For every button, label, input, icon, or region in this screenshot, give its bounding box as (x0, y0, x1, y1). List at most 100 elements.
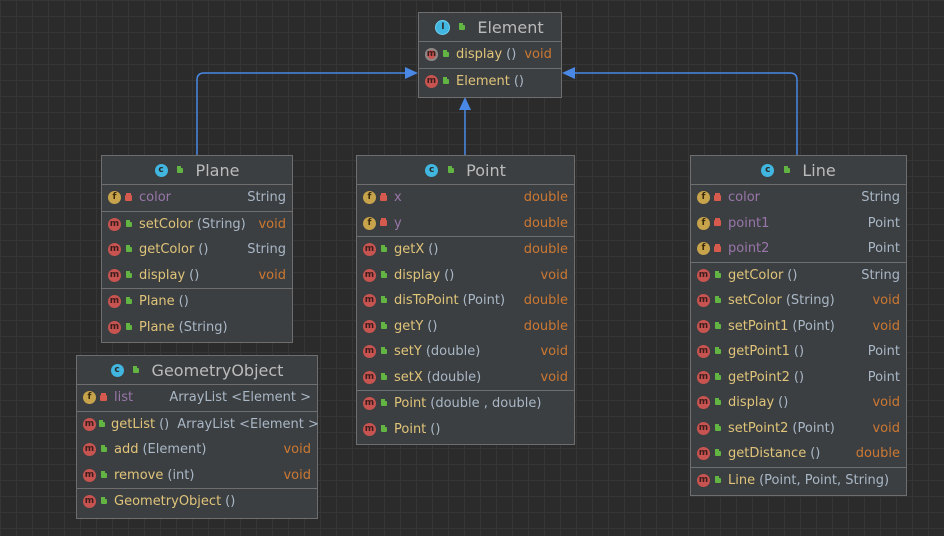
method-type: void (524, 47, 552, 63)
method-icon: m (363, 397, 376, 411)
method-icon: m (363, 345, 376, 359)
method-row[interactable]: m setColor (String) void (691, 288, 906, 314)
method-icon: m (697, 345, 710, 359)
method-params: () (793, 344, 805, 360)
method-params: () (787, 267, 798, 283)
method-icon: m (363, 294, 376, 308)
line-class-box[interactable]: c Line f color String f point1 Point f p… (690, 155, 907, 496)
method-params: (int) (167, 467, 195, 483)
method-name: getColor (728, 267, 784, 283)
field-row[interactable]: f x double (357, 185, 574, 211)
element-class-box[interactable]: I Element m display () void m Element () (418, 12, 562, 98)
line-fields: f color String f point1 Point f point2 P… (691, 185, 906, 263)
method-params: () (198, 242, 209, 258)
method-type: void (540, 267, 568, 283)
field-name: list (114, 390, 134, 406)
point-constructors: m Point (double , double) m Point () (357, 391, 574, 442)
method-params: (Point) (462, 293, 506, 309)
method-row[interactable]: m getDistance () double (691, 441, 906, 467)
public-icon (713, 400, 722, 405)
method-params: () (793, 369, 805, 385)
geometryobject-fields: f list ArrayList <Element > (77, 385, 317, 412)
method-row[interactable]: m disToPoint (Point) double (357, 288, 574, 314)
constructor-row[interactable]: m Plane () (102, 289, 292, 315)
method-row[interactable]: m getY () double (357, 314, 574, 340)
constructor-row[interactable]: m Point (double , double) (357, 391, 574, 417)
constructor-row[interactable]: m Line (Point, Point, String) (691, 468, 906, 494)
method-name: setX (394, 369, 423, 385)
geometryobject-class-box[interactable]: c GeometryObject f list ArrayList <Eleme… (76, 355, 319, 519)
arrowhead-right (562, 67, 575, 79)
method-icon: m (83, 443, 96, 457)
public-icon (124, 222, 133, 227)
field-icon: f (697, 191, 710, 205)
field-name: y (394, 215, 402, 231)
method-icon: m (363, 268, 376, 282)
line-title: Line (802, 160, 836, 180)
method-row[interactable]: m getList () ArrayList <Element > (77, 412, 319, 438)
method-row[interactable]: m getPoint2 () Point (691, 365, 906, 391)
method-type: void (872, 420, 900, 436)
field-row[interactable]: f color String (102, 185, 292, 211)
field-row[interactable]: f y double (357, 211, 574, 237)
method-row[interactable]: m getColor () String (691, 263, 906, 289)
method-icon: m (697, 268, 710, 282)
method-row[interactable]: m display () void (419, 42, 561, 68)
method-params: (Point) (792, 420, 835, 436)
method-row[interactable]: m setX (double) void (357, 365, 574, 391)
method-row[interactable]: m setY (double) void (357, 339, 574, 365)
method-icon: m (83, 468, 96, 482)
method-params: () (506, 47, 517, 63)
field-row[interactable]: f list ArrayList <Element > (77, 385, 317, 411)
method-icon: m (83, 417, 96, 431)
method-row[interactable]: m add (Element) void (77, 437, 317, 463)
method-type: Point (867, 344, 900, 360)
private-icon (99, 395, 108, 401)
constructor-row[interactable]: m Plane (String) (102, 315, 292, 341)
method-row[interactable]: m getX () double (357, 237, 574, 263)
public-icon (446, 168, 455, 173)
method-row[interactable]: m setColor (String) void (102, 212, 292, 238)
point-class-box[interactable]: c Point f x double f y double m getX () … (356, 155, 575, 445)
method-icon: m (425, 74, 438, 88)
field-name: point1 (728, 215, 770, 231)
method-name: getColor (139, 242, 195, 258)
public-icon (713, 426, 722, 431)
method-row[interactable]: m display () void (691, 390, 906, 416)
method-row[interactable]: m remove (int) void (77, 463, 317, 489)
method-row[interactable]: m display () void (357, 263, 574, 289)
class-icon: c (425, 163, 439, 177)
method-icon: m (697, 370, 710, 384)
method-row[interactable]: m setPoint2 (Point) void (691, 416, 906, 442)
method-icon: m (363, 370, 376, 384)
field-name: color (728, 190, 761, 206)
public-icon (379, 349, 388, 354)
constructor-name: Plane (139, 319, 175, 335)
method-params: (double) (425, 344, 481, 360)
constructor-row[interactable]: m GeometryObject () (77, 489, 317, 515)
private-icon (713, 220, 722, 226)
public-icon (132, 368, 141, 373)
field-row[interactable]: f color String (691, 185, 906, 211)
method-row[interactable]: m setPoint1 (Point) void (691, 314, 906, 340)
method-name: display (139, 267, 186, 283)
constructor-row[interactable]: m Point () (357, 417, 574, 443)
method-icon: m (697, 473, 710, 487)
public-icon (176, 168, 185, 173)
field-icon: f (363, 191, 376, 205)
field-icon: f (697, 216, 710, 230)
method-row[interactable]: m display () void (102, 263, 292, 289)
constructor-params: (Point, Point, String) (759, 472, 890, 488)
field-row[interactable]: f point2 Point (691, 236, 906, 262)
field-row[interactable]: f point1 Point (691, 211, 906, 237)
method-row[interactable]: m getPoint1 () Point (691, 339, 906, 365)
public-icon (713, 451, 722, 456)
constructor-row[interactable]: m Element () (419, 69, 561, 95)
public-icon (379, 401, 388, 406)
public-icon (713, 298, 722, 303)
plane-fields: f color String (102, 185, 292, 212)
method-row[interactable]: m getColor () String (102, 237, 292, 263)
public-icon (124, 299, 133, 304)
line-methods: m getColor () String m setColor (String)… (691, 263, 906, 468)
plane-class-box[interactable]: c Plane f color String m setColor (Strin… (101, 155, 293, 343)
